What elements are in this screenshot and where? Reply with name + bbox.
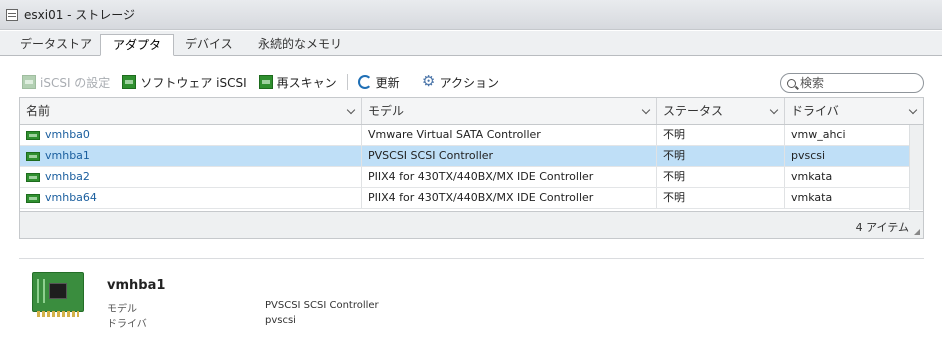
- gear-icon: ⚙: [421, 72, 436, 90]
- cell-model: PVSCSI SCSI Controller: [362, 146, 657, 166]
- column-header-driver[interactable]: ドライバ: [785, 98, 923, 124]
- cell-driver: vmkata: [791, 170, 833, 183]
- cell-name-text: vmhba0: [45, 128, 90, 141]
- tab-strip: データストア アダプタ デバイス 永続的なメモリ: [0, 31, 942, 56]
- cell-status: 不明: [657, 125, 785, 145]
- adapters-grid: 名前 モデル ステータス ドライバ vmhba0 Vmware Virtual …: [19, 97, 924, 239]
- adapter-icon: [26, 172, 40, 182]
- cell-status: 不明: [657, 146, 785, 166]
- adapter-icon: [22, 75, 36, 89]
- cell-name-text: vmhba1: [45, 149, 90, 162]
- cell-driver: vmkata: [791, 191, 833, 204]
- iscsi-settings-button[interactable]: iSCSI の設定: [22, 74, 110, 91]
- refresh-label: 更新: [375, 75, 400, 90]
- adapter-icon: [26, 193, 40, 203]
- column-header-label: ステータス: [663, 104, 724, 118]
- table-row-selected[interactable]: vmhba1 PVSCSI SCSI Controller 不明 pvscsi: [20, 146, 909, 167]
- cell-status: 不明: [657, 167, 785, 187]
- pane-divider: [19, 258, 924, 259]
- column-header-label: ドライバ: [791, 104, 839, 118]
- adapter-card-icon: [32, 272, 84, 317]
- column-header-label: 名前: [26, 104, 51, 118]
- search-icon: [787, 78, 796, 88]
- storage-icon: [6, 8, 18, 21]
- software-iscsi-button[interactable]: ソフトウェア iSCSI: [122, 74, 247, 91]
- cell-name-text: vmhba2: [45, 170, 90, 183]
- chevron-down-icon[interactable]: [641, 105, 651, 115]
- resize-grip-icon[interactable]: [914, 229, 920, 235]
- cell-model: PIIX4 for 430TX/440BX/MX IDE Controller: [362, 188, 657, 208]
- toolbar-separator: [346, 74, 348, 90]
- adapter-icon: [26, 151, 40, 161]
- detail-title: vmhba1: [107, 278, 166, 293]
- column-header-model[interactable]: モデル: [362, 98, 657, 124]
- table-row[interactable]: vmhba2 PIIX4 for 430TX/440BX/MX IDE Cont…: [20, 167, 909, 188]
- detail-driver-label: ドライバ: [107, 319, 147, 330]
- chevron-down-icon[interactable]: [769, 105, 779, 115]
- rescan-button[interactable]: 再スキャン: [258, 74, 337, 91]
- chevron-down-icon[interactable]: [908, 105, 918, 115]
- item-count: 4 アイテム: [855, 221, 909, 234]
- cell-name[interactable]: vmhba0: [20, 125, 362, 145]
- column-header-label: モデル: [368, 104, 405, 118]
- rescan-icon: [258, 75, 273, 89]
- actions-label: アクション: [439, 75, 500, 90]
- window-titlebar: esxi01 - ストレージ: [0, 0, 942, 30]
- cell-model: Vmware Virtual SATA Controller: [362, 125, 657, 145]
- search-box[interactable]: [780, 73, 924, 93]
- window-title: esxi01 - ストレージ: [24, 8, 136, 22]
- actions-button[interactable]: ⚙ アクション: [422, 74, 499, 91]
- grid-header: 名前 モデル ステータス ドライバ: [20, 98, 923, 125]
- cell-model: PIIX4 for 430TX/440BX/MX IDE Controller: [362, 167, 657, 187]
- tab-persistent-memory[interactable]: 永続的なメモリ: [246, 34, 354, 56]
- cell-driver: pvscsi: [791, 149, 826, 162]
- cell-name-text: vmhba64: [45, 191, 97, 204]
- detail-model-value: PVSCSI SCSI Controller: [265, 300, 379, 311]
- tab-datastores[interactable]: データストア: [8, 34, 104, 56]
- refresh-button[interactable]: 更新: [357, 74, 400, 91]
- toolbar: iSCSI の設定 ソフトウェア iSCSI 再スキャン 更新 ⚙ アクション: [22, 71, 511, 93]
- grid-footer: 4 アイテム: [20, 211, 923, 238]
- tab-adapters[interactable]: アダプタ: [100, 34, 175, 56]
- vertical-scrollbar[interactable]: [909, 125, 923, 210]
- column-header-status[interactable]: ステータス: [657, 98, 785, 124]
- detail-driver-value: pvscsi: [265, 315, 296, 326]
- cell-status: 不明: [657, 188, 785, 208]
- rescan-label: 再スキャン: [276, 75, 337, 90]
- search-input[interactable]: [800, 76, 910, 90]
- table-row[interactable]: vmhba64 PIIX4 for 430TX/440BX/MX IDE Con…: [20, 188, 909, 209]
- adapter-icon: [26, 130, 40, 140]
- cell-name[interactable]: vmhba1: [20, 146, 362, 166]
- iscsi-settings-label: iSCSI の設定: [40, 75, 111, 90]
- detail-model-label: モデル: [107, 304, 137, 315]
- chevron-down-icon[interactable]: [346, 105, 356, 115]
- cell-name[interactable]: vmhba2: [20, 167, 362, 187]
- refresh-icon: [357, 75, 372, 89]
- tab-devices[interactable]: デバイス: [173, 34, 245, 56]
- column-header-name[interactable]: 名前: [20, 98, 362, 124]
- table-row[interactable]: vmhba0 Vmware Virtual SATA Controller 不明…: [20, 125, 909, 146]
- cell-driver: vmw_ahci: [791, 128, 846, 141]
- adapter-add-icon: [122, 75, 137, 89]
- software-iscsi-label: ソフトウェア iSCSI: [140, 75, 247, 90]
- cell-name[interactable]: vmhba64: [20, 188, 362, 208]
